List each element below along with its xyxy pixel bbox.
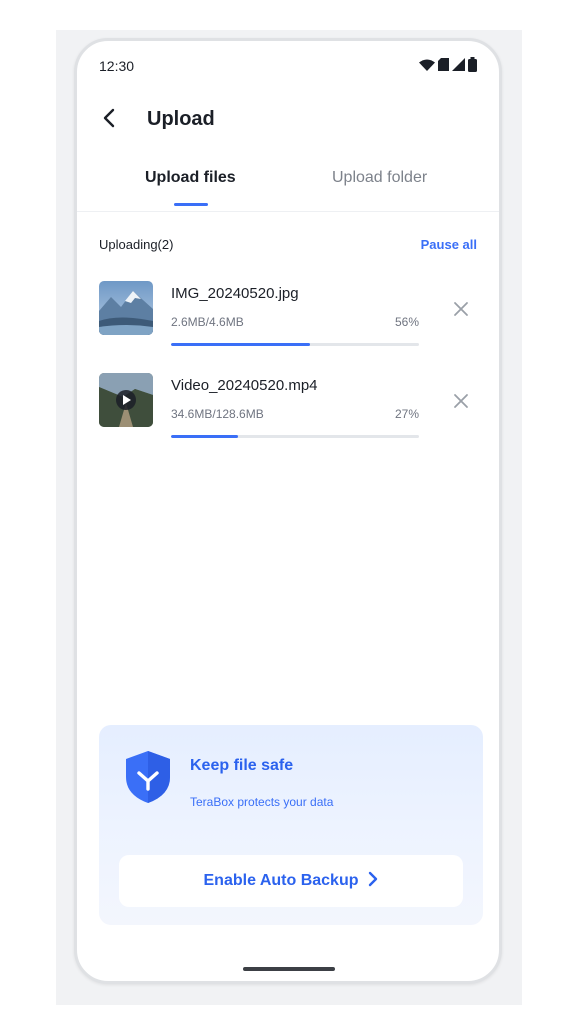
video-thumbnail — [99, 373, 153, 427]
page-title: Upload — [147, 108, 215, 130]
chevron-right-icon — [368, 871, 378, 892]
upload-progress-bar — [171, 435, 419, 438]
upload-percent: 27% — [394, 407, 419, 421]
enable-auto-backup-button[interactable]: Enable Auto Backup — [119, 855, 463, 907]
app-header: Upload — [77, 101, 499, 141]
upload-item: IMG_20240520.jpg 2.6MB/4.6MB 56% — [77, 281, 499, 361]
back-button[interactable] — [95, 105, 123, 135]
cancel-upload-button[interactable] — [449, 299, 473, 323]
promo-subtitle: TeraBox protects your data — [190, 795, 334, 809]
file-name: IMG_20240520.jpg — [171, 285, 299, 302]
enable-auto-backup-label: Enable Auto Backup — [203, 872, 359, 889]
signal-icon — [452, 58, 465, 71]
tab-upload-files[interactable]: Upload files — [145, 169, 236, 187]
upload-progress-fill — [171, 343, 310, 346]
phone-frame: 12:30 Upload Upload files Upload folder — [74, 38, 502, 984]
upload-progress-fill — [171, 435, 238, 438]
pause-all-button[interactable]: Pause all — [421, 237, 477, 252]
shield-icon — [123, 749, 173, 805]
status-icons — [419, 57, 477, 72]
auto-backup-promo-card: Keep file safe TeraBox protects your dat… — [99, 725, 483, 925]
battery-icon — [468, 57, 477, 72]
tab-upload-folder[interactable]: Upload folder — [332, 169, 427, 187]
promo-title: Keep file safe — [190, 757, 294, 774]
image-thumbnail — [99, 281, 153, 335]
file-size: 2.6MB/4.6MB — [171, 315, 244, 329]
upload-item: Video_20240520.mp4 34.6MB/128.6MB 27% — [77, 373, 499, 453]
upload-percent: 56% — [394, 315, 419, 329]
cancel-upload-button[interactable] — [449, 391, 473, 415]
file-size: 34.6MB/128.6MB — [171, 407, 264, 421]
close-icon — [453, 393, 469, 414]
close-icon — [453, 301, 469, 322]
uploading-count-label: Uploading(2) — [99, 237, 174, 252]
home-indicator[interactable] — [243, 967, 335, 971]
sim-icon — [438, 58, 449, 71]
file-name: Video_20240520.mp4 — [171, 377, 318, 394]
tab-bar: Upload files Upload folder — [77, 163, 499, 212]
active-tab-indicator — [174, 203, 208, 206]
wifi-icon — [419, 59, 435, 71]
upload-progress-bar — [171, 343, 419, 346]
status-bar: 12:30 — [77, 41, 499, 89]
status-time: 12:30 — [99, 58, 135, 74]
back-arrow-icon — [102, 108, 116, 133]
